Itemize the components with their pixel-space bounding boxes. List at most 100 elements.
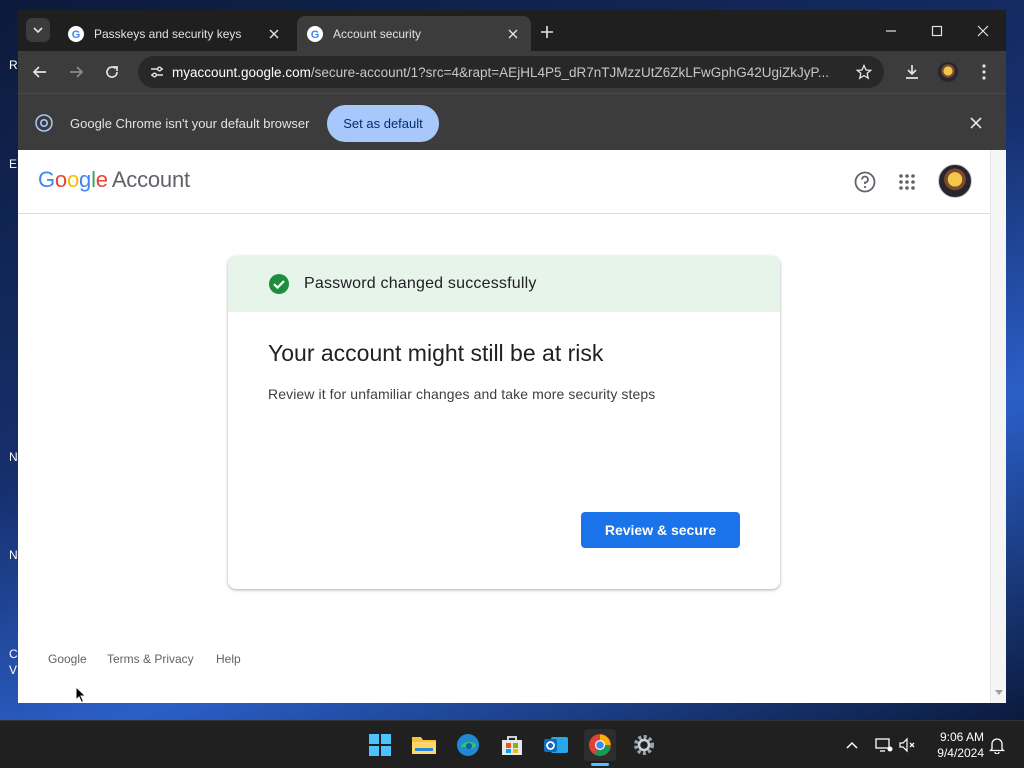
close-tab-icon[interactable] [505, 26, 521, 42]
close-window-button[interactable] [960, 10, 1006, 51]
active-app-indicator [591, 763, 609, 766]
chrome-menu-button[interactable] [972, 60, 996, 84]
taskbar-chrome[interactable] [584, 729, 616, 761]
clock-time: 9:06 AM [939, 730, 984, 744]
set-as-default-button[interactable]: Set as default [327, 105, 439, 142]
more-vert-icon [982, 64, 986, 80]
tab-search-button[interactable] [26, 18, 50, 42]
google-account-logo[interactable]: Google Account [38, 167, 190, 193]
start-button[interactable] [364, 729, 396, 761]
gear-icon [634, 735, 654, 755]
account-avatar[interactable] [938, 164, 972, 198]
reload-button[interactable] [100, 60, 124, 84]
url-text[interactable]: myaccount.google.com/secure-account/1?sr… [172, 65, 844, 80]
arrow-left-icon [32, 66, 46, 78]
bell-icon [989, 738, 1005, 754]
site-info-icon[interactable] [138, 64, 172, 80]
success-banner: Password changed successfully [228, 256, 780, 312]
google-wordmark: G [38, 167, 55, 192]
close-infobar-icon[interactable] [970, 116, 982, 134]
account-wordmark: Account [111, 167, 190, 192]
browser-toolbar: myaccount.google.com/secure-account/1?sr… [18, 51, 1006, 93]
close-icon [977, 25, 989, 36]
help-button[interactable] [853, 170, 877, 194]
desktop-icon-label[interactable]: E [9, 157, 17, 171]
check-circle-icon [269, 274, 289, 294]
edge-browser-icon [457, 734, 479, 756]
back-button[interactable] [28, 60, 52, 84]
desktop-icon-label[interactable]: N [9, 450, 18, 464]
url-path: /secure-account/1?src=4&rapt=AEjHL4P5_dR… [310, 64, 830, 80]
page-content: Google Account Password changed successfu… [18, 150, 990, 703]
card-subtitle: Review it for unfamiliar changes and tak… [268, 386, 656, 402]
new-tab-button[interactable] [536, 21, 558, 43]
maximize-button[interactable] [914, 10, 960, 51]
taskbar-settings[interactable] [628, 729, 660, 761]
windows-taskbar: 9:06 AM 9/4/2024 [0, 720, 1024, 768]
plus-icon [541, 26, 553, 38]
desktop-icon-label[interactable]: N [9, 548, 18, 562]
address-bar[interactable]: myaccount.google.com/secure-account/1?sr… [138, 56, 884, 88]
chevron-down-icon [33, 27, 43, 34]
notifications-button[interactable] [987, 735, 1007, 755]
scroll-down-arrow-icon[interactable] [995, 690, 1003, 696]
tab-passkeys[interactable]: G Passkeys and security keys [58, 16, 292, 51]
taskbar-store[interactable] [496, 729, 528, 761]
google-account-header: Google Account [18, 150, 990, 214]
page-scrollbar[interactable] [990, 150, 1006, 703]
volume-button[interactable] [898, 735, 918, 755]
minimize-button[interactable] [868, 10, 914, 51]
network-monitor-icon [875, 738, 893, 752]
arrow-right-icon [70, 66, 84, 78]
taskbar-outlook[interactable] [540, 729, 572, 761]
tab-account-security[interactable]: G Account security [297, 16, 531, 51]
tab-title: Passkeys and security keys [94, 26, 242, 41]
downloads-button[interactable] [900, 60, 924, 84]
review-and-secure-button[interactable]: Review & secure [581, 512, 740, 548]
speaker-muted-icon [899, 737, 915, 753]
taskbar-clock[interactable]: 9:06 AM 9/4/2024 [924, 729, 984, 761]
network-status-button[interactable] [874, 735, 894, 755]
desktop-icon-label[interactable]: V [9, 663, 17, 677]
reload-icon [106, 66, 118, 78]
footer-terms-link[interactable]: Terms & Privacy [107, 652, 194, 666]
infobar-message: Google Chrome isn't your default browser [70, 116, 310, 131]
footer-google-link[interactable]: Google [48, 652, 87, 666]
chrome-window: G Passkeys and security keys G Account s… [18, 10, 1006, 703]
maximize-icon [931, 25, 943, 36]
minimize-icon [886, 29, 896, 32]
default-browser-infobar: Google Chrome isn't your default browser… [18, 93, 1006, 150]
apps-grid-icon [899, 174, 915, 190]
forward-button[interactable] [64, 60, 88, 84]
chrome-logo-icon [35, 114, 53, 137]
help-circle-icon [854, 171, 876, 193]
bookmark-star-icon[interactable] [844, 64, 884, 80]
store-bag-icon [502, 736, 522, 755]
card-title: Your account might still be at risk [268, 340, 604, 366]
profile-avatar [938, 62, 958, 82]
chevron-up-icon [846, 741, 858, 749]
footer-help-link[interactable]: Help [216, 652, 241, 666]
show-hidden-icons-button[interactable] [842, 735, 862, 755]
success-message: Password changed successfully [304, 275, 537, 292]
desktop-icon-label[interactable]: C [9, 647, 18, 661]
outlook-mail-icon [544, 737, 568, 753]
profile-button[interactable] [936, 60, 960, 84]
folder-icon [412, 737, 436, 754]
tab-title: Account security [333, 26, 422, 41]
svg-text:G: G [311, 29, 320, 40]
taskbar-edge[interactable] [452, 729, 484, 761]
taskbar-file-explorer[interactable] [408, 729, 440, 761]
url-host: myaccount.google.com [172, 64, 311, 80]
google-favicon-icon: G [68, 25, 84, 42]
download-icon [906, 65, 918, 79]
google-apps-button[interactable] [895, 170, 919, 194]
security-card: Password changed successfully Your accou… [228, 256, 780, 589]
google-favicon-icon: G [307, 25, 323, 42]
clock-date: 9/4/2024 [937, 746, 984, 760]
close-tab-icon[interactable] [266, 26, 282, 42]
windows-logo-icon [369, 734, 391, 756]
mouse-cursor-icon [75, 686, 87, 703]
svg-text:G: G [72, 29, 81, 40]
desktop-icon-label[interactable]: R [9, 58, 18, 72]
